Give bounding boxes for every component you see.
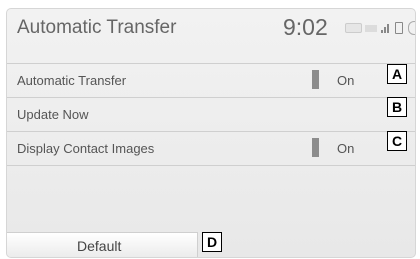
toggle-indicator [312, 70, 319, 89]
default-button-label: Default [77, 238, 122, 254]
row-label: Display Contact Images [17, 141, 155, 156]
signal-faded-icon [365, 25, 377, 32]
status-bar [345, 21, 415, 37]
row-label: Automatic Transfer [17, 73, 127, 88]
row-update-now[interactable]: Update Now [7, 97, 415, 131]
signal-icon [381, 23, 389, 33]
callout-b: B [387, 97, 407, 117]
clock: 9:02 [283, 14, 328, 40]
callout-c: C [387, 131, 407, 151]
bluetooth-indicator-icon [345, 23, 362, 33]
row-label: Update Now [17, 107, 89, 122]
toggle-state: On [337, 141, 355, 156]
row-display-contact-images[interactable]: Display Contact Images On [7, 131, 415, 166]
toggle-indicator [312, 138, 319, 157]
page-title: Automatic Transfer [17, 17, 177, 38]
header: Automatic Transfer 9:02 [7, 9, 415, 51]
default-button[interactable]: Default [7, 232, 198, 257]
battery-icon [395, 22, 403, 34]
callout-a: A [387, 64, 407, 84]
network-icon [408, 21, 415, 35]
toggle-state: On [337, 73, 355, 88]
callout-d: D [202, 232, 222, 252]
screen: Automatic Transfer 9:02 Automatic Transf… [6, 8, 416, 258]
row-automatic-transfer[interactable]: Automatic Transfer On [7, 63, 415, 97]
